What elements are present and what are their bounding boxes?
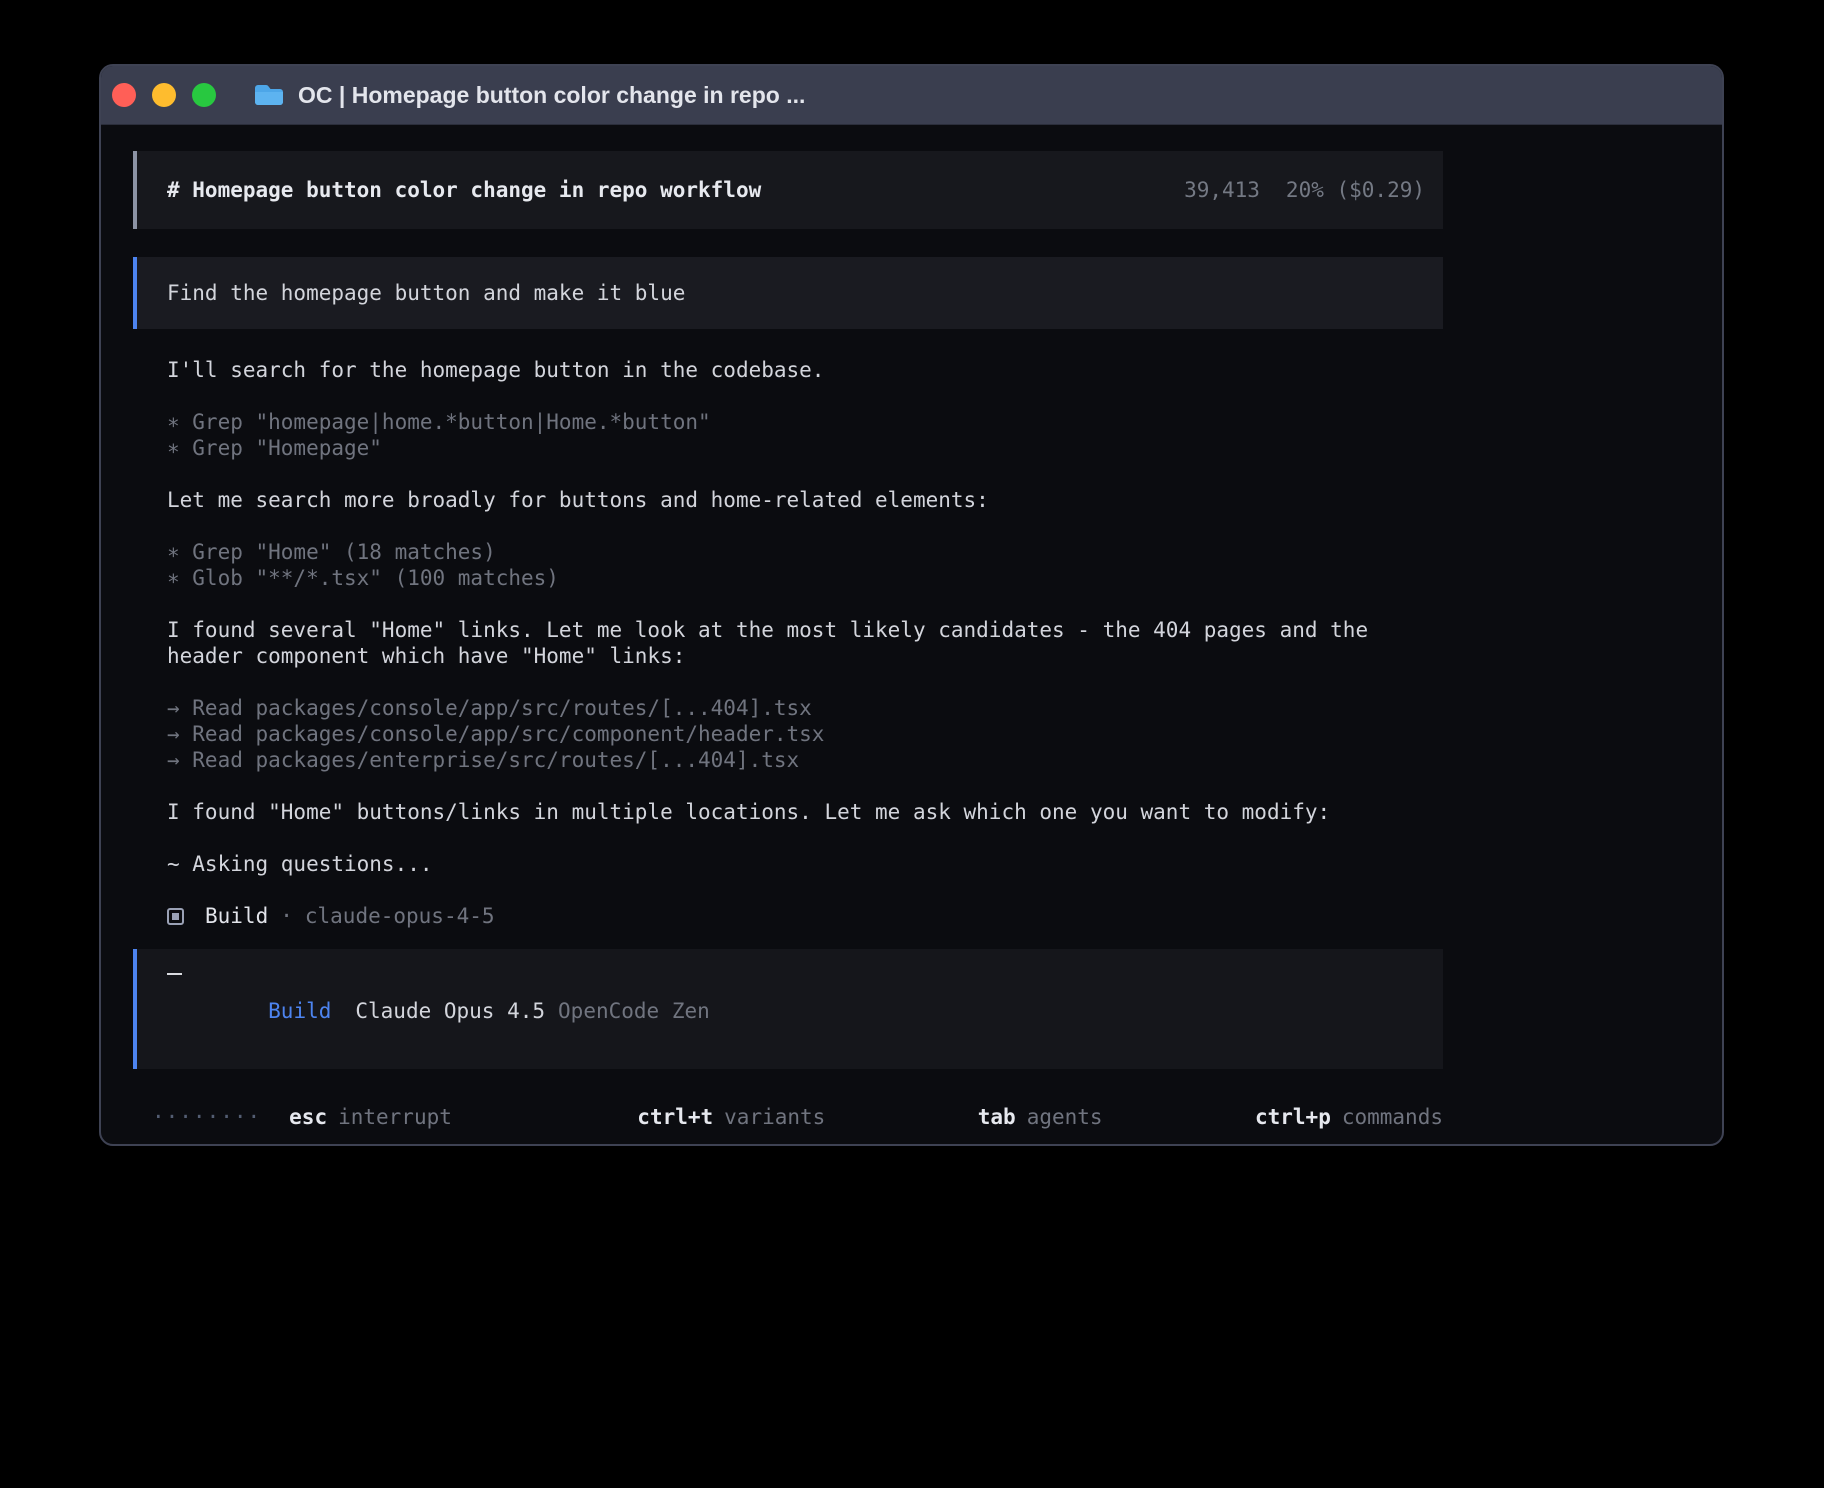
tool-call-read: → Read packages/enterprise/src/routes/[.… (167, 747, 1722, 773)
input-agent-mode[interactable]: Build (268, 999, 331, 1023)
separator-dot: · (280, 903, 293, 929)
context-usage: 20% ($0.29) (1286, 178, 1425, 202)
terminal-content: # Homepage button color change in repo w… (101, 125, 1722, 1146)
assistant-text: I found several "Home" links. Let me loo… (167, 617, 1722, 643)
session-title: # Homepage button color change in repo w… (167, 178, 761, 202)
window-titlebar: OC | Homepage button color change in rep… (101, 66, 1722, 125)
spacer-line (167, 591, 1722, 617)
assistant-transcript: I'll search for the homepage button in t… (133, 357, 1722, 929)
tool-call-grep: ∗ Grep "Homepage" (167, 435, 1722, 461)
spacer-line (167, 773, 1722, 799)
agent-name: Build (205, 903, 268, 929)
variants-label: variants (724, 1105, 825, 1129)
footer-hints: ········ esc interrupt ctrl+t variants tab… (133, 1081, 1443, 1146)
minimize-window-button[interactable] (152, 83, 176, 107)
input-meta-row: Build Claude Opus 4.5 OpenCode Zen (167, 975, 1443, 1047)
esc-key-hint: esc (289, 1105, 327, 1129)
spacer-line (167, 877, 1722, 903)
variants-hint: ctrl+t variants (511, 1081, 825, 1146)
agent-build-icon (167, 908, 184, 925)
ctrl-p-key: ctrl+p (1255, 1105, 1331, 1129)
input-provider-name: OpenCode Zen (558, 999, 710, 1023)
agent-status-line: Build · claude-opus-4-5 (167, 903, 1722, 929)
footer-left: ········ esc interrupt (152, 1105, 452, 1129)
spacer-line (167, 513, 1722, 539)
agents-hint: tab agents (851, 1081, 1102, 1146)
spinner-dots: ········ (152, 1105, 261, 1129)
interrupt-label: interrupt (338, 1105, 452, 1129)
assistant-text: I found "Home" buttons/links in multiple… (167, 799, 1722, 825)
tab-key: tab (978, 1105, 1016, 1129)
commands-hint: ctrl+p commands (1129, 1081, 1443, 1146)
session-header: # Homepage button color change in repo w… (133, 151, 1443, 229)
assistant-text: header component which have "Home" links… (167, 643, 1722, 669)
spacer-line (167, 461, 1722, 487)
terminal-window: OC | Homepage button color change in rep… (99, 64, 1724, 1146)
ctrl-t-key: ctrl+t (637, 1105, 713, 1129)
token-count: 39,413 (1184, 178, 1260, 202)
spacer-line (167, 383, 1722, 409)
assistant-text: Let me search more broadly for buttons a… (167, 487, 1722, 513)
tool-call-read: → Read packages/console/app/src/componen… (167, 721, 1722, 747)
input-model-name[interactable]: Claude Opus 4.5 (355, 999, 545, 1023)
commands-label: commands (1342, 1105, 1443, 1129)
footer-right: ctrl+t variants tab agents ctrl+p commands (511, 1081, 1443, 1146)
window-title: OC | Homepage button color change in rep… (298, 82, 805, 109)
model-name: claude-opus-4-5 (305, 903, 495, 929)
agents-label: agents (1027, 1105, 1103, 1129)
assistant-status-text: ~ Asking questions... (167, 851, 1722, 877)
zoom-window-button[interactable] (192, 83, 216, 107)
tool-call-grep: ∗ Grep "homepage|home.*button|Home.*butt… (167, 409, 1722, 435)
user-message: Find the homepage button and make it blu… (133, 257, 1443, 329)
tool-call-read: → Read packages/console/app/src/routes/[… (167, 695, 1722, 721)
tool-call-grep: ∗ Grep "Home" (18 matches) (167, 539, 1722, 565)
session-usage: 39,413 20% ($0.29) (1083, 154, 1425, 226)
spacer-line (167, 825, 1722, 851)
user-message-text: Find the homepage button and make it blu… (167, 281, 685, 305)
assistant-text: I'll search for the homepage button in t… (167, 357, 1722, 383)
tool-call-glob: ∗ Glob "**/*.tsx" (100 matches) (167, 565, 1722, 591)
spacer-line (167, 669, 1722, 695)
prompt-input[interactable]: Build Claude Opus 4.5 OpenCode Zen (133, 949, 1443, 1069)
close-window-button[interactable] (112, 83, 136, 107)
folder-icon (254, 83, 284, 107)
